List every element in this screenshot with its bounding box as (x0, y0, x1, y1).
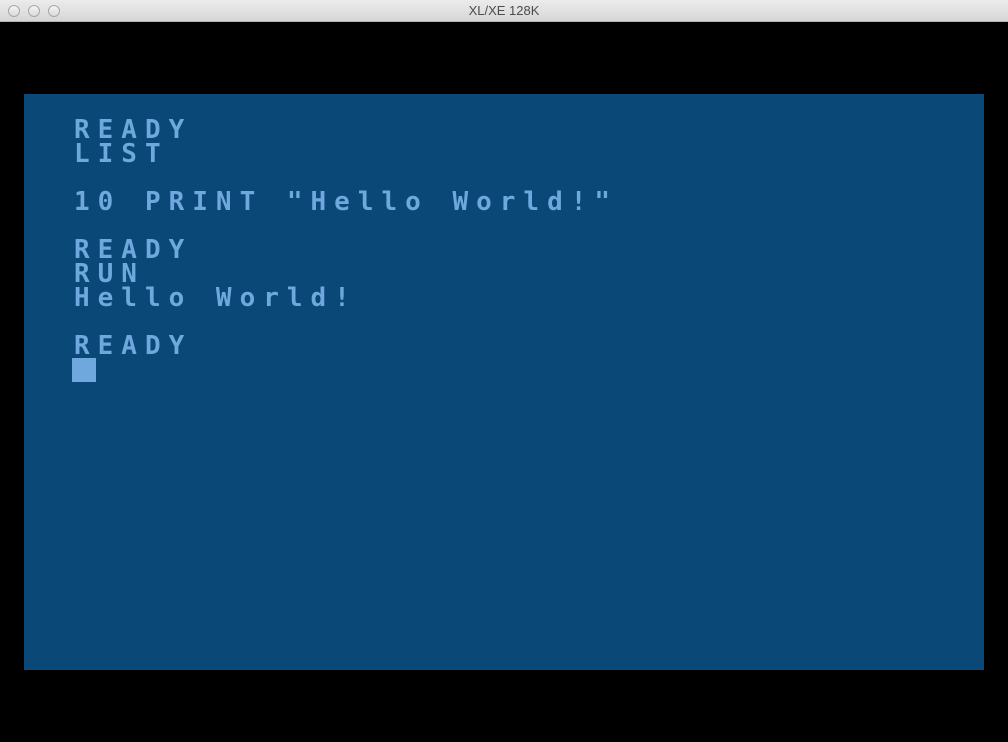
window-title: XL/XE 128K (468, 3, 540, 18)
emulator-display[interactable]: READY LIST 10 PRINT "Hello World!" READY… (0, 23, 1008, 742)
title-bar[interactable]: XL/XE 128K (0, 0, 1008, 22)
screen-line-program: 10 PRINT "Hello World!" (74, 187, 619, 217)
emulator-window: XL/XE 128K READY LIST 10 PRINT "Hello Wo… (0, 0, 1008, 742)
atari-screen[interactable]: READY LIST 10 PRINT "Hello World!" READY… (24, 94, 984, 670)
text-cursor (72, 358, 96, 382)
screen-line-ready-3: READY (74, 331, 193, 361)
screen-line-output: Hello World! (74, 283, 358, 313)
screen-line-list: LIST (74, 139, 169, 169)
